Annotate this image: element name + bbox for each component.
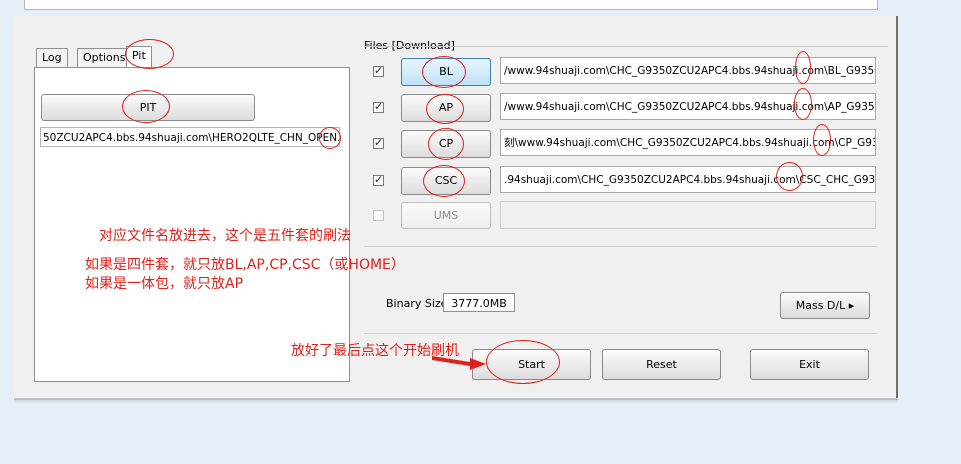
ums-file-path[interactable] xyxy=(500,201,876,229)
annotation-four-piece: 如果是四件套，就只放BL,AP,CP,CSC（或HOME） xyxy=(85,257,405,273)
files-separator xyxy=(364,246,877,247)
arrow-icon xyxy=(432,356,486,370)
check-icon: ✓ xyxy=(374,64,384,77)
ap-button[interactable]: AP xyxy=(401,94,491,122)
ap-checkbox[interactable]: ✓ xyxy=(373,100,384,113)
bottom-separator xyxy=(364,333,877,334)
bl-checkbox[interactable]: ✓ xyxy=(373,64,384,77)
check-icon: ✓ xyxy=(374,136,384,149)
window-shadow xyxy=(14,398,898,404)
tab-options[interactable]: Options xyxy=(77,48,132,67)
annotation-all-in-one: 如果是一体包，就只放AP xyxy=(85,276,244,292)
check-icon: ✓ xyxy=(374,173,384,186)
tab-pit[interactable]: Pit xyxy=(126,46,152,67)
tab-log[interactable]: Log xyxy=(36,48,68,67)
exit-button[interactable]: Exit xyxy=(750,349,869,380)
top-panel-edge xyxy=(24,0,878,10)
ap-file-path[interactable]: /www.94shuaji.com\CHC_G9350ZCU2APC4.bbs.… xyxy=(500,93,876,120)
binary-size-label: Binary Size xyxy=(386,297,448,310)
csc-button[interactable]: CSC xyxy=(401,167,491,195)
cp-file-path[interactable]: 刻\www.94shuaji.com\CHC_G9350ZCU2APC4.bbs… xyxy=(500,129,876,156)
check-icon: ✓ xyxy=(374,100,384,113)
binary-size-value: 3777.0MB xyxy=(443,293,515,312)
pit-file-path[interactable]: 50ZCU2APC4.bbs.94shuaji.com\HERO2QLTE_CH… xyxy=(40,127,340,147)
csc-checkbox[interactable]: ✓ xyxy=(373,173,384,186)
ums-button[interactable]: UMS xyxy=(401,202,491,229)
bl-button[interactable]: BL xyxy=(401,58,491,86)
mass-dl-button[interactable]: Mass D/L ▸ xyxy=(780,292,870,319)
ums-checkbox[interactable] xyxy=(373,210,384,221)
reset-button[interactable]: Reset xyxy=(602,349,721,380)
cp-button[interactable]: CP xyxy=(401,130,491,158)
pit-button[interactable]: PIT xyxy=(41,94,255,121)
csc-file-path[interactable]: .94shuaji.com\CHC_G9350ZCU2APC4.bbs.94sh… xyxy=(500,166,876,193)
cp-checkbox[interactable]: ✓ xyxy=(373,136,384,149)
bl-file-path[interactable]: /www.94shuaji.com\CHC_G9350ZCU2APC4.bbs.… xyxy=(500,57,876,84)
annotation-five-piece: 对应文件名放进去，这个是五件套的刷法 xyxy=(99,228,351,244)
